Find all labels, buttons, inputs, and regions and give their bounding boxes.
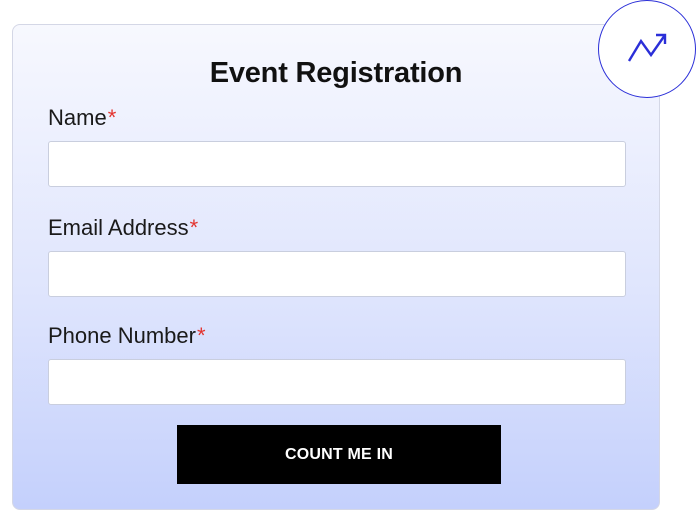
name-input[interactable] (48, 141, 626, 187)
trend-badge (598, 0, 696, 98)
phone-label: Phone Number* (48, 323, 206, 349)
required-marker: * (189, 215, 199, 240)
phone-label-text: Phone Number (48, 323, 196, 348)
email-label-text: Email Address (48, 215, 189, 240)
required-marker: * (196, 323, 206, 348)
phone-input[interactable] (48, 359, 626, 405)
name-label: Name* (48, 105, 116, 131)
trending-up-icon (627, 33, 667, 62)
required-marker: * (107, 105, 117, 130)
form-title: Event Registration (209, 57, 463, 89)
count-me-in-button[interactable]: COUNT ME IN (177, 425, 501, 484)
email-input[interactable] (48, 251, 626, 297)
registration-form-card: Event Registration Name* Email Address* … (12, 24, 660, 510)
email-label: Email Address* (48, 215, 198, 241)
name-label-text: Name (48, 105, 107, 130)
